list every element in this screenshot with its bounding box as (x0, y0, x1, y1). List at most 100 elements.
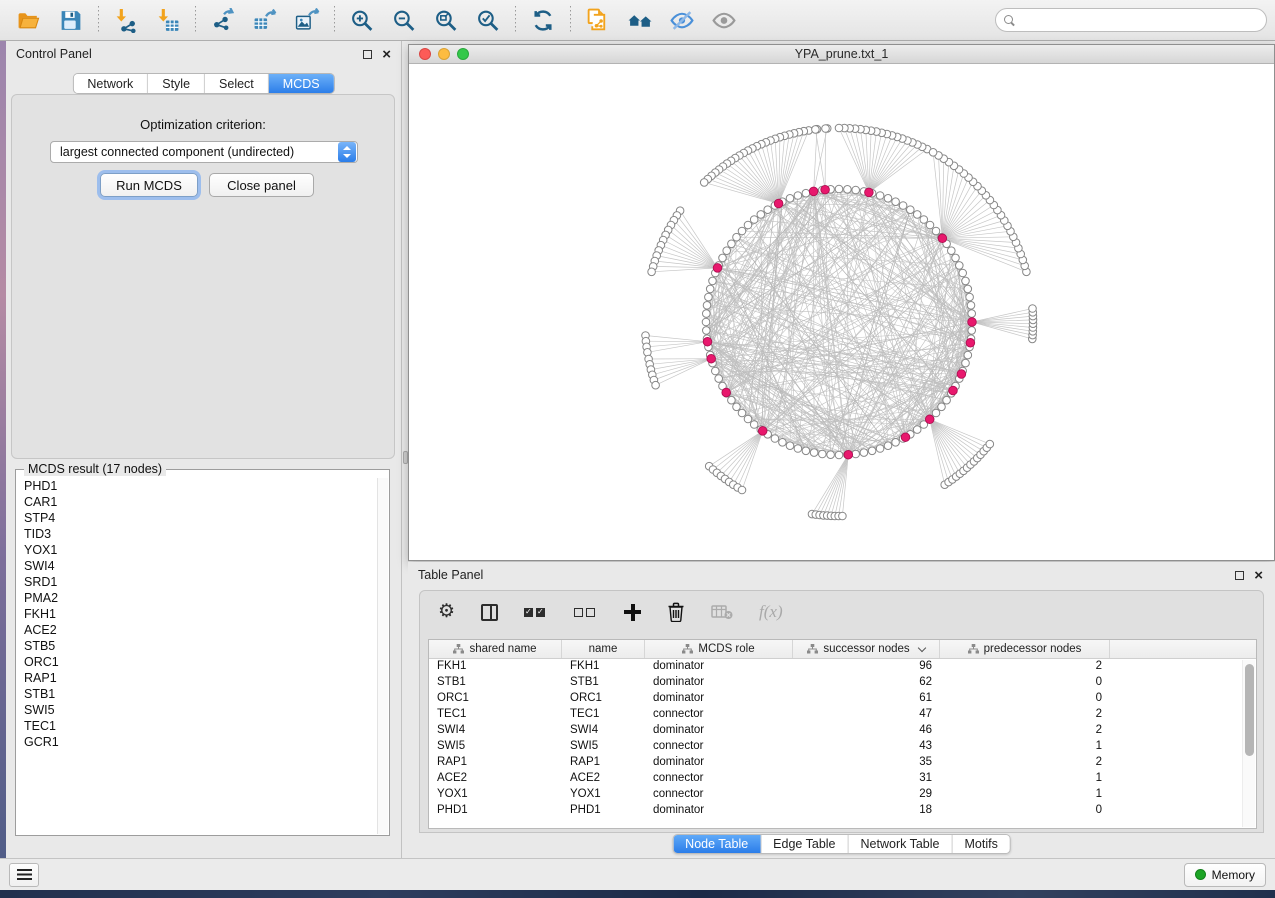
column-header-successor-nodes[interactable]: successor nodes (793, 640, 940, 658)
tab-network-table[interactable]: Network Table (849, 835, 953, 853)
mcds-node-item[interactable]: GCR1 (17, 734, 377, 750)
criterion-dropdown[interactable]: largest connected component (undirected) (50, 141, 358, 163)
tab-node-table[interactable]: Node Table (673, 835, 761, 853)
zoom-out-icon[interactable] (383, 3, 425, 37)
search-box[interactable] (995, 8, 1267, 32)
tab-motifs[interactable]: Motifs (952, 835, 1009, 853)
export-image-icon[interactable] (286, 3, 328, 37)
save-session-icon[interactable] (50, 3, 92, 37)
table-cell: 18 (793, 803, 940, 819)
task-history-button[interactable] (9, 863, 39, 887)
result-scrollbar[interactable] (377, 478, 388, 834)
refresh-layout-icon[interactable] (522, 3, 564, 37)
close-table-panel-icon[interactable]: × (1254, 571, 1263, 580)
close-panel-button[interactable]: Close panel (209, 173, 314, 197)
zoom-selected-icon[interactable] (467, 3, 509, 37)
column-header-shared-name[interactable]: shared name (429, 640, 562, 658)
table-cell: SWI5 (562, 739, 645, 755)
table-row[interactable]: FKH1FKH1dominator962 (429, 659, 1256, 675)
open-file-icon[interactable] (8, 3, 50, 37)
table-row[interactable]: TEC1TEC1connector472 (429, 707, 1256, 723)
memory-label: Memory (1212, 868, 1255, 882)
tab-select[interactable]: Select (205, 74, 269, 93)
table-cell: dominator (645, 723, 793, 739)
scrollbar-thumb[interactable] (1245, 664, 1254, 756)
dropdown-stepper-icon (338, 142, 356, 162)
close-panel-icon[interactable]: × (382, 50, 391, 59)
mcds-node-item[interactable]: RAP1 (17, 670, 377, 686)
table-row[interactable]: YOX1YOX1connector291 (429, 787, 1256, 803)
mcds-node-item[interactable]: STB5 (17, 638, 377, 654)
table-row[interactable]: STB1STB1dominator620 (429, 675, 1256, 691)
mcds-node-item[interactable]: PHD1 (17, 478, 377, 494)
tab-edge-table[interactable]: Edge Table (761, 835, 848, 853)
mcds-node-item[interactable]: ACE2 (17, 622, 377, 638)
table-cell: dominator (645, 691, 793, 707)
search-input[interactable] (1015, 10, 1266, 30)
mcds-node-item[interactable]: YOX1 (17, 542, 377, 558)
export-network-icon[interactable] (202, 3, 244, 37)
function-builder-icon: f(x) (759, 600, 783, 624)
hide-selected-icon[interactable] (661, 3, 703, 37)
table-row[interactable]: SWI5SWI5connector431 (429, 739, 1256, 755)
mcds-node-item[interactable]: SWI5 (17, 702, 377, 718)
column-header-predecessor-nodes[interactable]: predecessor nodes (940, 640, 1110, 658)
table-body: FKH1FKH1dominator962STB1STB1dominator620… (429, 659, 1256, 819)
import-table-icon[interactable] (147, 3, 189, 37)
tab-network[interactable]: Network (73, 74, 148, 93)
import-network-icon[interactable] (105, 3, 147, 37)
mcds-node-item[interactable]: FKH1 (17, 606, 377, 622)
tab-mcds[interactable]: MCDS (269, 74, 334, 93)
mcds-node-item[interactable]: ORC1 (17, 654, 377, 670)
table-cell: STB1 (429, 675, 562, 691)
network-view[interactable] (409, 64, 1274, 560)
network-window-titlebar[interactable]: YPA_prune.txt_1 (409, 45, 1274, 64)
table-cell: 35 (793, 755, 940, 771)
tab-style[interactable]: Style (148, 74, 205, 93)
table-cell: 96 (793, 659, 940, 675)
deselect-all-icon[interactable] (574, 600, 598, 624)
table-scrollbar[interactable] (1242, 660, 1255, 827)
mcds-node-item[interactable]: CAR1 (17, 494, 377, 510)
table-cell: connector (645, 707, 793, 723)
table-cell: 46 (793, 723, 940, 739)
mcds-node-item[interactable]: PMA2 (17, 590, 377, 606)
column-header-name[interactable]: name (562, 640, 645, 658)
show-all-icon[interactable] (703, 3, 745, 37)
table-row[interactable]: SWI4SWI4dominator462 (429, 723, 1256, 739)
zoom-fit-icon[interactable] (425, 3, 467, 37)
export-table-icon[interactable] (244, 3, 286, 37)
zoom-in-icon[interactable] (341, 3, 383, 37)
add-column-icon[interactable] (624, 600, 641, 624)
float-panel-icon[interactable] (363, 50, 372, 59)
table-row[interactable]: ORC1ORC1dominator610 (429, 691, 1256, 707)
memory-button[interactable]: Memory (1184, 863, 1266, 887)
first-neighbors-icon[interactable] (619, 3, 661, 37)
table-row[interactable]: RAP1RAP1dominator352 (429, 755, 1256, 771)
table-cell: 1 (940, 771, 1110, 787)
table-row[interactable]: PHD1PHD1dominator180 (429, 803, 1256, 819)
mcds-node-item[interactable]: SWI4 (17, 558, 377, 574)
delete-column-icon[interactable] (667, 600, 685, 624)
run-mcds-button[interactable]: Run MCDS (100, 173, 198, 197)
table-row[interactable]: ACE2ACE2connector311 (429, 771, 1256, 787)
toolbar-separator (195, 6, 196, 34)
table-cell: SWI4 (562, 723, 645, 739)
column-label: predecessor nodes (984, 643, 1082, 655)
table-cell: 47 (793, 707, 940, 723)
mcds-node-item[interactable]: STB1 (17, 686, 377, 702)
column-header-MCDS-role[interactable]: MCDS role (645, 640, 793, 658)
column-visibility-icon[interactable] (481, 600, 498, 624)
vertical-splitter[interactable] (401, 41, 408, 858)
mcds-node-item[interactable]: STP4 (17, 510, 377, 526)
mcds-node-item[interactable]: SRD1 (17, 574, 377, 590)
control-panel-title: Control Panel (16, 47, 92, 61)
float-table-panel-icon[interactable] (1235, 571, 1244, 580)
duplicate-network-icon[interactable] (577, 3, 619, 37)
mcds-node-item[interactable]: TEC1 (17, 718, 377, 734)
table-cell: 2 (940, 659, 1110, 675)
table-cell: ACE2 (429, 771, 562, 787)
gear-icon[interactable]: ⚙ (438, 600, 455, 624)
select-all-icon[interactable] (524, 600, 548, 624)
mcds-node-item[interactable]: TID3 (17, 526, 377, 542)
